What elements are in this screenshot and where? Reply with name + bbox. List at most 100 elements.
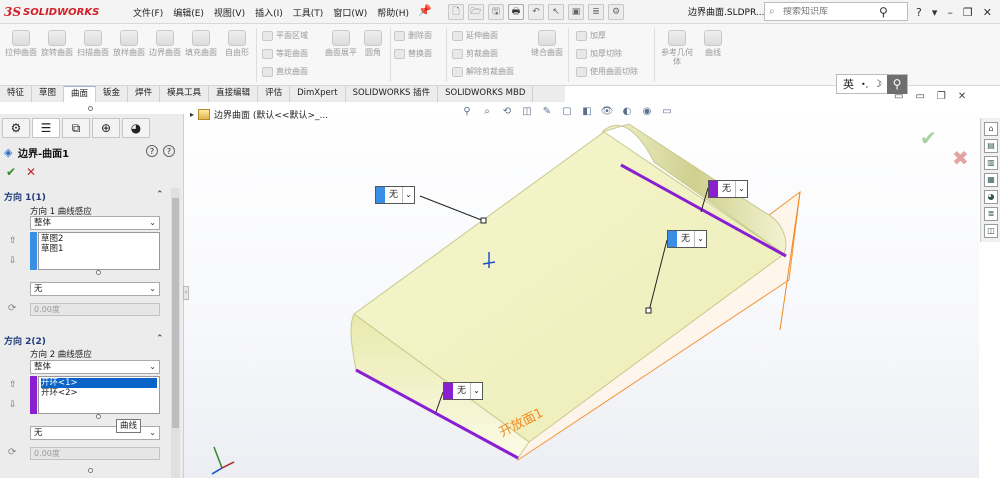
help-dropdown-icon[interactable]: ▾ <box>932 6 938 19</box>
list-item[interactable]: 草图1 <box>41 244 157 254</box>
tangency-callout-1[interactable]: 无 ⌄ <box>375 186 416 204</box>
surface-flatten-button[interactable]: 曲面展平 <box>324 30 358 57</box>
options-icon[interactable]: ⚙ <box>608 4 624 20</box>
revolve-surface-button[interactable]: 旋转曲面 <box>40 30 74 57</box>
print-icon[interactable]: 🖶 <box>508 4 524 20</box>
solidworks-logo[interactable]: 3S SOLIDWORKS <box>4 3 110 21</box>
view-orientation-icon[interactable]: ▢ <box>560 105 574 119</box>
tab-sheet-metal[interactable]: 钣金 <box>96 86 129 102</box>
trim-surface-button[interactable]: 剪裁曲面 <box>452 48 498 59</box>
list-resize-handle[interactable] <box>96 414 101 419</box>
extend-surface-button[interactable]: 延伸曲面 <box>452 30 498 41</box>
scrollbar-thumb[interactable] <box>172 198 179 428</box>
menu-tools[interactable]: 工具(T) <box>288 6 329 19</box>
section-view-icon[interactable]: ◫ <box>520 105 534 119</box>
move-up-icon[interactable]: ⇧ <box>9 380 17 390</box>
view-palette-icon[interactable]: ▦ <box>984 173 998 187</box>
collapse-icon[interactable]: ⌃ <box>156 190 164 200</box>
model-view[interactable]: 开放面1 <box>184 102 979 478</box>
tab-solidworks-addins[interactable]: SOLIDWORKS 插件 <box>345 86 439 102</box>
direction2-angle-field[interactable]: 0.00度 <box>30 447 160 460</box>
thicken-cut-button[interactable]: 加厚切除 <box>576 48 622 59</box>
forum-icon[interactable]: ◫ <box>984 224 998 238</box>
tab-dimxpert[interactable]: DimXpert <box>290 86 346 102</box>
boundary-surface-button[interactable]: 边界曲面 <box>148 30 182 57</box>
menu-insert[interactable]: 插入(I) <box>250 6 288 19</box>
direction2-header[interactable]: 方向 2(2) <box>4 334 46 347</box>
leader-handle[interactable] <box>480 217 487 224</box>
undo-icon[interactable]: ↶ <box>528 4 544 20</box>
chevron-down-icon[interactable]: ⌄ <box>735 181 747 197</box>
file-props-icon[interactable]: ≣ <box>588 4 604 20</box>
minimize-icon[interactable]: – <box>947 6 953 19</box>
offset-surface-button[interactable]: 等距曲面 <box>262 48 308 59</box>
property-manager-tab[interactable]: ☰ <box>32 118 60 138</box>
confirm-ok-icon[interactable]: ✔ <box>920 126 937 150</box>
tab-surfaces[interactable]: 曲面 <box>64 86 97 102</box>
reference-geometry-button[interactable]: 参考几何体 <box>660 30 694 66</box>
chevron-down-icon[interactable]: ⌄ <box>402 187 414 203</box>
direction2-influence-select[interactable]: 整体 ⌄ <box>30 360 160 374</box>
direction1-angle-field[interactable]: 0.00度 <box>30 303 160 316</box>
ime-punctuation[interactable]: •, <box>861 80 873 89</box>
ime-language[interactable]: 英 <box>837 76 861 92</box>
tab-direct-editing[interactable]: 直接编辑 <box>209 86 259 102</box>
cancel-button[interactable]: ✕ <box>26 165 36 179</box>
tab-sketch[interactable]: 草图 <box>32 86 65 102</box>
detailed-preview-icon[interactable]: ? <box>163 145 175 157</box>
feature-manager-tab[interactable]: ⚙ <box>2 118 30 138</box>
untrim-surface-button[interactable]: 解除剪裁曲面 <box>452 66 514 77</box>
direction2-curve-list[interactable]: 开环<1> 开环<2> <box>38 376 160 414</box>
delete-face-button[interactable]: 删除面 <box>394 30 432 41</box>
expand-caret-icon[interactable]: ▸ <box>190 110 194 119</box>
fill-surface-button[interactable]: 填充曲面 <box>184 30 218 57</box>
panel-collapse-icon[interactable]: › <box>183 286 189 300</box>
restore-icon[interactable]: ❐ <box>963 6 973 19</box>
display-manager-tab[interactable]: ◕ <box>122 118 150 138</box>
apply-scene-icon[interactable]: ◉ <box>640 105 654 119</box>
loft-surface-button[interactable]: 放样曲面 <box>112 30 146 57</box>
pin-icon[interactable]: 📌 <box>418 5 432 17</box>
design-library-icon[interactable]: ▤ <box>984 139 998 153</box>
tab-evaluate[interactable]: 评估 <box>258 86 291 102</box>
dimxpert-manager-tab[interactable]: ⊕ <box>92 118 120 138</box>
search-scope-icon[interactable]: ⌕ <box>769 6 783 17</box>
ok-button[interactable]: ✔ <box>6 165 16 179</box>
viewport-tile-icon[interactable]: ❐ <box>937 91 946 102</box>
list-resize-handle[interactable] <box>96 270 101 275</box>
viewport-minimize-icon[interactable]: ▭ <box>894 91 903 102</box>
home-icon[interactable]: ⌂ <box>984 122 998 136</box>
menu-view[interactable]: 视图(V) <box>209 6 250 19</box>
confirm-cancel-icon[interactable]: ✖ <box>952 146 969 170</box>
knit-surface-button[interactable]: 缝合曲面 <box>530 30 564 57</box>
appearances-icon[interactable]: ◕ <box>984 190 998 204</box>
panel-scrollbar[interactable] <box>171 188 180 478</box>
list-item[interactable]: 开环<2> <box>41 388 157 398</box>
feature-tree-breadcrumb[interactable]: ▸ 边界曲面 (默认<<默认>_... <box>190 108 328 121</box>
cut-with-surface-button[interactable]: 使用曲面切除 <box>576 66 638 77</box>
list-item[interactable]: 开环<1> <box>41 378 157 388</box>
search-knowledge-base[interactable]: ⌕ ⚲ <box>764 2 908 21</box>
move-up-icon[interactable]: ⇧ <box>9 236 17 246</box>
graphics-area[interactable]: 开放面1 <box>184 102 979 478</box>
viewport-close-icon[interactable]: ✕ <box>958 91 966 102</box>
ruled-surface-button[interactable]: 直纹曲面 <box>262 66 308 77</box>
help-icon[interactable]: ? <box>146 145 158 157</box>
save-icon[interactable]: 🖫 <box>488 4 504 20</box>
previous-view-icon[interactable]: ⟲ <box>500 105 514 119</box>
viewport-restore-icon[interactable]: ▭ <box>915 91 924 102</box>
freeform-button[interactable]: 自由形 <box>220 30 254 57</box>
tab-features[interactable]: 特征 <box>0 86 33 102</box>
file-explorer-icon[interactable]: ▥ <box>984 156 998 170</box>
fillet-button[interactable]: 圆角 <box>356 30 390 57</box>
view-settings-icon[interactable]: ▭ <box>660 105 674 119</box>
curves-button[interactable]: 曲线 <box>696 30 730 57</box>
dynamic-annotation-icon[interactable]: ✎ <box>540 105 554 119</box>
select-icon[interactable]: ↖ <box>548 4 564 20</box>
custom-properties-icon[interactable]: ≣ <box>984 207 998 221</box>
splitter-handle[interactable] <box>88 468 93 473</box>
tab-solidworks-mbd[interactable]: SOLIDWORKS MBD <box>438 86 534 102</box>
tab-weldments[interactable]: 焊件 <box>128 86 161 102</box>
rebuild-icon[interactable]: ▣ <box>568 4 584 20</box>
menu-window[interactable]: 窗口(W) <box>328 6 372 19</box>
